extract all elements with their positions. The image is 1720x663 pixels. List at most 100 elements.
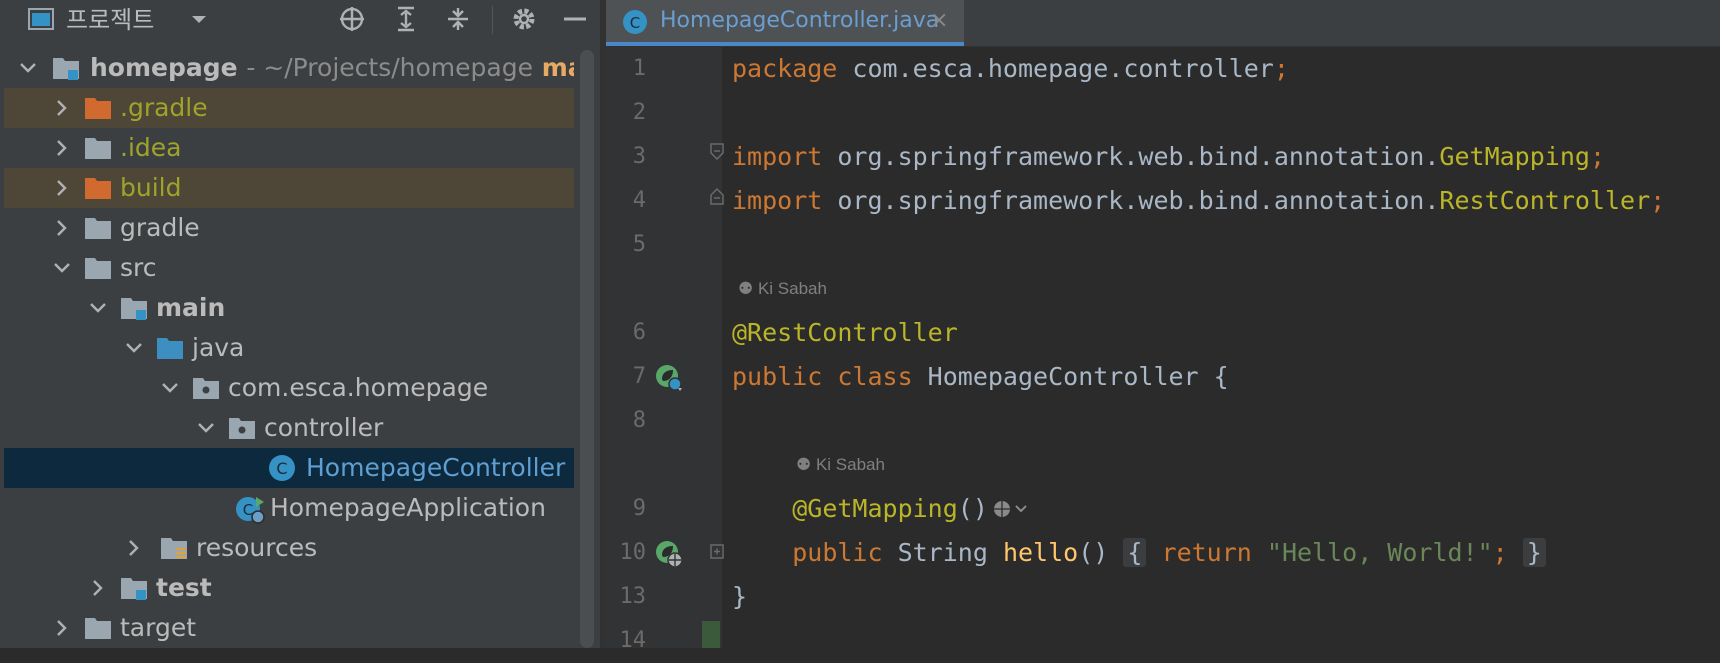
module-folder-icon [52, 55, 80, 81]
tree-row-gradle[interactable]: gradle [4, 208, 574, 248]
folder-icon [84, 135, 112, 161]
chevron-right-icon[interactable] [52, 138, 72, 158]
chevron-down-icon[interactable] [88, 298, 108, 318]
tree-row-homepage-application[interactable]: C HomepageApplication [4, 488, 574, 528]
fold-end-icon[interactable] [710, 187, 724, 205]
import-path: org.springframework.web.bind.annotation. [822, 186, 1440, 215]
folded-brace-close[interactable]: } [1522, 538, 1546, 567]
tree-row-idea[interactable]: .idea [4, 128, 574, 168]
tree-row-gradle-cache[interactable]: .gradle [4, 88, 574, 128]
closing-brace: } [732, 582, 748, 611]
line-number: 4 [632, 188, 646, 213]
tree-row-target[interactable]: target [4, 608, 574, 648]
tree-row-java[interactable]: java [4, 328, 574, 368]
line-number: 8 [632, 408, 646, 433]
keyword: public [792, 538, 883, 567]
line-number: 7 [632, 364, 646, 389]
tree-item-label: main [156, 293, 226, 322]
code-line-13: } [732, 575, 747, 619]
fold-start-icon[interactable] [710, 143, 724, 161]
close-icon[interactable]: × [930, 8, 948, 34]
source-folder-icon [156, 335, 184, 361]
root-name: homepage [90, 53, 238, 82]
tree-row-src[interactable]: src [4, 248, 574, 288]
line-number: 6 [632, 320, 646, 345]
fold-expand-icon[interactable] [710, 543, 724, 561]
semicolon: ; [1650, 186, 1666, 215]
chevron-down-icon[interactable] [196, 418, 216, 438]
tree-row-homepage-controller[interactable]: C HomepageController [4, 448, 574, 488]
editor-tab-homepage-controller[interactable]: C HomepageController.java × [606, 0, 964, 46]
svg-text:C: C [630, 14, 640, 32]
excluded-folder-icon [84, 175, 112, 201]
settings-icon[interactable] [509, 4, 539, 34]
chevron-right-icon[interactable] [52, 178, 72, 198]
parens: () [957, 494, 988, 523]
tree-row-resources[interactable]: resources [4, 528, 574, 568]
tree-item-label: build [120, 173, 182, 202]
tree-item-label: .idea [120, 133, 182, 162]
parens: () [1078, 538, 1109, 567]
keyword: import [732, 142, 823, 171]
globe-dropdown-icon[interactable] [988, 494, 1028, 523]
locate-icon[interactable] [337, 4, 367, 34]
semicolon: ; [1589, 142, 1605, 171]
line-number: 14 [619, 628, 647, 653]
toolbar-separator [492, 6, 493, 34]
chevron-down-icon[interactable] [52, 258, 72, 278]
tree-item-label: .gradle [120, 93, 208, 122]
tree-row-package[interactable]: com.esca.homepage [4, 368, 574, 408]
tree-row-test[interactable]: test [4, 568, 574, 608]
tree-item-label: java [192, 333, 245, 362]
chevron-down-icon[interactable] [18, 58, 38, 78]
tree-item-label: gradle [120, 213, 200, 242]
author-inlay-hint[interactable]: ⚉ Ki Sabah [796, 443, 885, 487]
code-line-4: import org.springframework.web.bind.anno… [732, 179, 1665, 223]
svg-text:C: C [276, 459, 287, 478]
import-class: RestController [1439, 186, 1651, 215]
tree-row-controller[interactable]: controller [4, 408, 574, 448]
folded-brace-open[interactable]: { [1123, 538, 1147, 567]
root-path: - ~/Projects/homepage [246, 53, 533, 82]
tree-row-build[interactable]: build [4, 168, 574, 208]
tree-scrollbar[interactable] [580, 50, 594, 648]
line-number: 3 [632, 144, 646, 169]
code-editor[interactable]: 1 2 3 4 5 6 7 8 9 10 13 14 package com.e… [606, 47, 1720, 653]
chevron-right-icon[interactable] [88, 578, 108, 598]
line-number: 9 [632, 496, 646, 521]
chevron-right-icon[interactable] [52, 98, 72, 118]
annotation: @GetMapping [792, 494, 958, 523]
web-endpoint-gutter-icon[interactable] [654, 539, 684, 569]
chevron-right-icon[interactable] [52, 618, 72, 638]
tree-item-label: HomepageController [306, 453, 566, 482]
project-panel-title[interactable]: 프로젝트 [66, 2, 154, 38]
spring-bean-gutter-icon[interactable] [654, 363, 684, 393]
tree-row-homepage[interactable]: homepage - ~/Projects/homepage ma [4, 48, 574, 88]
chevron-right-icon[interactable] [52, 218, 72, 238]
expand-all-icon[interactable] [391, 4, 421, 34]
folder-icon [84, 215, 112, 241]
chevron-down-icon[interactable] [124, 338, 144, 358]
keyword: import [732, 186, 823, 215]
module-folder-icon [120, 575, 148, 601]
tree-item-label: test [156, 573, 212, 602]
chevron-right-icon[interactable] [124, 538, 144, 558]
code-line-1: package com.esca.homepage.controller; [732, 47, 1289, 91]
spring-boot-app-icon: C [234, 493, 266, 525]
minimize-icon[interactable] [560, 4, 590, 34]
tab-label: HomepageController.java [660, 8, 940, 33]
code-area[interactable]: package com.esca.homepage.controller; im… [732, 47, 1720, 648]
tree-row-main[interactable]: main [4, 288, 574, 328]
tree-item-label: target [120, 613, 197, 642]
scrollbar-thumb[interactable] [580, 50, 594, 648]
code-line-3: import org.springframework.web.bind.anno… [732, 135, 1605, 179]
person-icon: ⚉ [796, 455, 816, 474]
package-icon [192, 375, 220, 401]
author-inlay-hint[interactable]: ⚉ Ki Sabah [738, 267, 827, 311]
collapse-all-icon[interactable] [443, 4, 473, 34]
chevron-down-icon[interactable] [160, 378, 180, 398]
tree-item-label: controller [264, 413, 384, 442]
project-view-icon[interactable] [28, 8, 54, 30]
tree-item-label: HomepageApplication [270, 493, 546, 522]
dropdown-arrow-icon[interactable] [188, 8, 210, 30]
